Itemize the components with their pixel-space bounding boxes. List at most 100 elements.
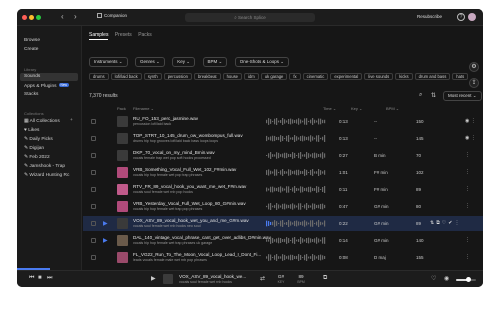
row-checkbox[interactable] <box>91 170 96 175</box>
sidebar-item-create[interactable]: Create <box>24 47 38 52</box>
waveform[interactable] <box>266 135 326 142</box>
category-chip[interactable]: synth <box>143 73 162 80</box>
category-chip[interactable]: experimental <box>330 73 363 80</box>
volume-slider-handle[interactable] <box>465 277 471 282</box>
waveform[interactable] <box>266 237 326 244</box>
like-icon[interactable]: ♡ <box>431 275 436 282</box>
sidebar-item-all-collections[interactable]: ▦ All Collections <box>24 119 60 124</box>
pack-thumbnail[interactable] <box>117 150 128 161</box>
tab-samples[interactable]: Samples <box>89 32 109 40</box>
waveform[interactable] <box>266 169 326 176</box>
row-checkbox[interactable] <box>91 136 96 141</box>
category-chip[interactable]: percussion <box>163 73 192 80</box>
more-icon[interactable]: ◉ ⋮ <box>465 118 476 124</box>
sidebar-item-jamshook-trap[interactable]: ✎ Jamshook - Trap <box>24 164 65 169</box>
category-chip[interactable]: hats <box>452 73 469 80</box>
category-chip[interactable]: house <box>222 73 243 80</box>
sample-row[interactable]: RTV_FR_89_vocal_hook_you_want_me_wet_F#m… <box>83 182 483 197</box>
companion-button[interactable]: Companion <box>97 13 127 18</box>
sample-row[interactable]: FL_VG22_Run_To_The_Moon_Vocal_Loop_Lead_… <box>83 250 483 265</box>
waveform[interactable] <box>266 254 326 261</box>
row-checkbox[interactable] <box>91 238 96 243</box>
waveform[interactable] <box>266 152 326 159</box>
sidebar-item-feb-2022[interactable]: ✎ Feb 2022 <box>24 155 50 160</box>
pack-thumbnail[interactable] <box>117 201 128 212</box>
sample-row[interactable]: VRB_Yesterday_Vocal_Full_Wet_Loop_80_G#m… <box>83 199 483 214</box>
more-icon[interactable]: ⋮ <box>465 152 470 158</box>
pack-thumbnail[interactable] <box>117 116 128 127</box>
pack-thumbnail[interactable] <box>117 218 128 229</box>
previous-icon[interactable]: ⏮ <box>29 275 34 282</box>
play-icon[interactable]: ▶ <box>151 275 156 282</box>
filter-icon[interactable]: ⇅ <box>431 92 436 99</box>
sidebar-item-browse[interactable]: Browse <box>24 38 40 43</box>
waveform[interactable] <box>266 186 326 193</box>
sidebar-item-sounds[interactable]: Sounds <box>24 74 40 79</box>
sidebar-item-daily-picks[interactable]: ✎ Daily Picks <box>24 137 53 142</box>
category-chip[interactable]: breakbeat <box>193 73 221 80</box>
sample-row[interactable]: VRB_Something_Vocal_Full_Wet_102_F#min.w… <box>83 165 483 180</box>
sidebar-item-digijan[interactable]: ✎ Digijan <box>24 146 44 151</box>
pack-thumbnail[interactable] <box>117 167 128 178</box>
row-play-icon[interactable]: ▶ <box>103 237 108 244</box>
sample-file-name[interactable]: RU_FO_153_perc_jasmine.wav <box>133 116 198 121</box>
sample-row[interactable]: ▶ VOX_ASV_89_vocal_hook_wet_you_and_me_G#… <box>83 216 483 231</box>
category-chip[interactable]: kicks <box>395 73 413 80</box>
row-checkbox[interactable] <box>91 204 96 209</box>
sample-row[interactable]: DKP_70_vocal_on_my_mind_Bmin.wav vocals f… <box>83 148 483 163</box>
more-icon[interactable]: ⋮ <box>465 169 470 175</box>
category-chip[interactable]: uk garage <box>260 73 288 80</box>
header-key[interactable]: Key ⌄ <box>351 106 362 111</box>
avatar[interactable] <box>468 13 476 21</box>
stop-icon[interactable]: ■ <box>38 275 42 281</box>
tab-packs[interactable]: Packs <box>138 32 152 38</box>
sidebar-item-likes[interactable]: ♥ Likes <box>24 128 39 133</box>
more-icon[interactable]: ⋮ <box>465 237 470 243</box>
add-collection-icon[interactable]: + <box>70 118 73 123</box>
sidebar-item-stacks[interactable]: Stacks <box>24 92 38 97</box>
zoom-window-button[interactable] <box>36 15 41 20</box>
more-icon[interactable]: ⋮ <box>465 186 470 192</box>
row-checkbox[interactable] <box>91 221 96 226</box>
waveform[interactable] <box>266 203 326 210</box>
category-chip[interactable]: live sounds <box>364 73 394 80</box>
upload-icon[interactable]: ⇪ <box>469 78 479 88</box>
help-icon[interactable]: ? <box>457 13 465 21</box>
close-window-button[interactable] <box>22 15 27 20</box>
minimize-window-button[interactable] <box>29 15 34 20</box>
sample-row[interactable]: ▶ DAL_140_vintage_vocal_phrase_cant_get_o… <box>83 233 483 248</box>
category-chip[interactable]: lofi/laid back <box>110 73 142 80</box>
header-time[interactable]: Time ⌄ <box>323 106 336 111</box>
category-chip[interactable]: cinematic <box>302 73 329 80</box>
sample-file-name[interactable]: VOX_ASV_89_vocal_hook_wet_you_and_me_G#m… <box>133 218 249 223</box>
header-bpm[interactable]: BPM ⌄ <box>386 106 399 111</box>
waveform[interactable] <box>266 220 326 227</box>
row-checkbox[interactable] <box>91 153 96 158</box>
sidebar-item-wizard-hunting[interactable]: ✎ Wizard Hunting Rc <box>24 173 69 178</box>
sample-row[interactable]: TOP_STRT_10_145_drum_ow_wombompus_full.w… <box>83 131 483 146</box>
header-filename[interactable]: Filename ⌄ <box>133 106 154 111</box>
sidebar-item-apps-plugins[interactable]: Apps & Plugins New <box>24 83 69 89</box>
resubscribe-button[interactable]: Resubscribe <box>417 14 442 19</box>
search-results-icon[interactable]: ⌕ <box>419 92 422 99</box>
swap-icon[interactable]: ⇄ <box>260 275 265 282</box>
pack-thumbnail[interactable] <box>117 184 128 195</box>
category-chip[interactable]: drums <box>89 73 109 80</box>
category-chip[interactable]: drum and bass <box>414 73 451 80</box>
category-chip[interactable]: fx <box>289 73 301 80</box>
pack-thumbnail[interactable] <box>117 133 128 144</box>
settings-icon[interactable]: ⚙ <box>469 62 479 72</box>
sample-file-name[interactable]: FL_VG22_Run_To_The_Moon_Vocal_Loop_Lead_… <box>133 252 261 257</box>
forward-arrow-icon[interactable]: › <box>74 12 77 21</box>
volume-icon[interactable]: ◉ <box>444 275 449 282</box>
search-input[interactable]: ⌕ Search Splice <box>185 13 315 22</box>
more-icon[interactable]: ⋮ <box>465 254 470 260</box>
next-icon[interactable]: ⏭ <box>47 275 52 282</box>
sample-file-name[interactable]: DKP_70_vocal_on_my_mind_Bmin.wav <box>133 150 215 155</box>
sample-file-name[interactable]: VRB_Something_Vocal_Full_Wet_102_F#min.w… <box>133 167 236 172</box>
sample-file-name[interactable]: TOP_STRT_10_145_drum_ow_wombompus_full.w… <box>133 133 243 138</box>
sort-select[interactable]: Most recent ⌄ <box>443 91 482 101</box>
sample-row[interactable]: RU_FO_153_perc_jasmine.wav percussion lof… <box>83 114 483 129</box>
more-icon[interactable]: ⋮ <box>465 203 470 209</box>
waveform[interactable] <box>266 118 326 125</box>
